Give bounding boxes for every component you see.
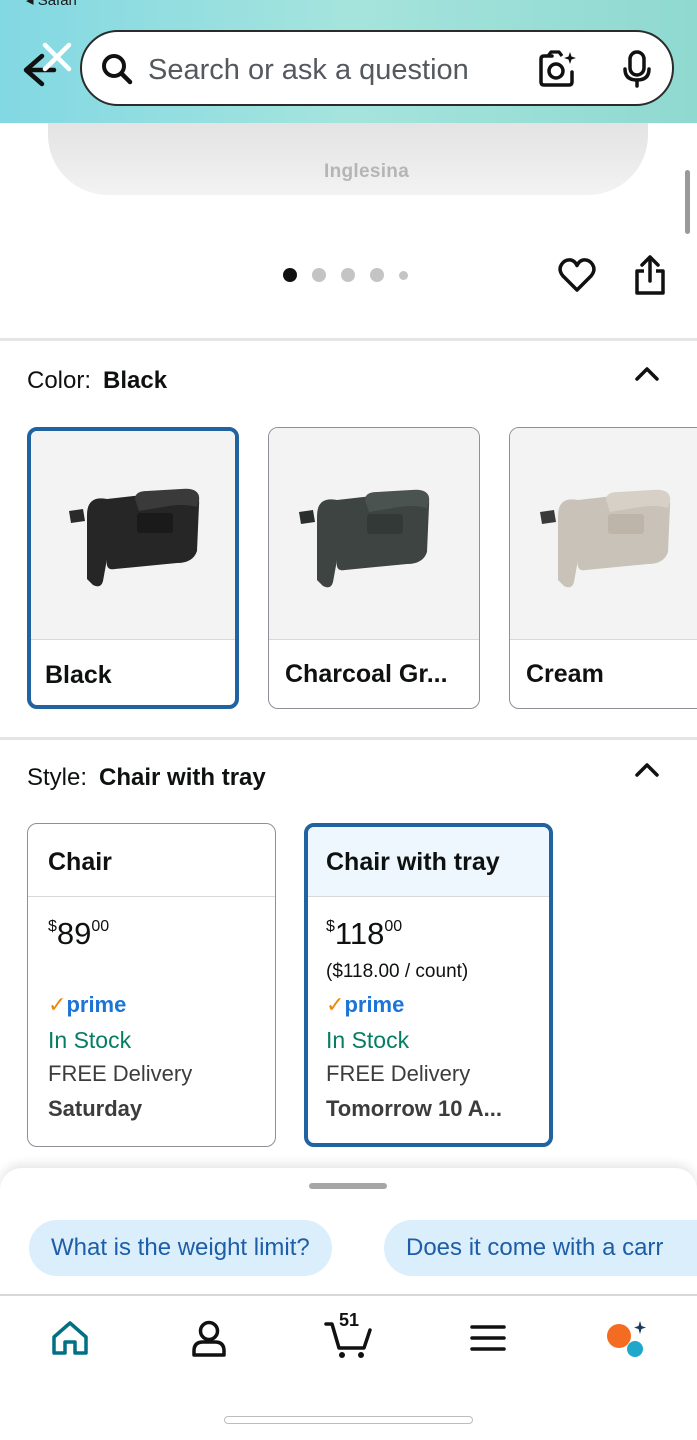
cart-count-badge: 51: [339, 1310, 360, 1330]
suggestion-chip[interactable]: Does it come with a carr: [384, 1220, 697, 1276]
delivery-info: FREE Delivery: [326, 1061, 471, 1086]
share-icon[interactable]: [632, 254, 668, 296]
prime-check-icon: ✓: [326, 992, 345, 1017]
delivery-day: Saturday: [48, 1096, 143, 1121]
prime-check-icon: ✓: [48, 992, 67, 1017]
back-to-safari[interactable]: ◂ Safari: [26, 0, 77, 9]
style-option-title: Chair: [48, 848, 112, 876]
sheet-grab-handle[interactable]: [309, 1183, 387, 1189]
price-currency: $: [326, 918, 335, 935]
price-fraction: 00: [91, 918, 110, 935]
prime-badge: ✓prime: [48, 992, 126, 1018]
search-input[interactable]: Search or ask a question: [148, 54, 469, 87]
carousel-dot[interactable]: [283, 268, 297, 282]
product-thumbnail: [299, 489, 430, 588]
suggestion-chip[interactable]: What is the weight limit?: [29, 1220, 332, 1276]
brand-logo: Inglesina: [324, 161, 410, 182]
color-option-label: Cream: [526, 660, 604, 688]
style-label-text: Style:: [27, 764, 88, 791]
color-swatch-image: [31, 431, 235, 640]
unit-price: ($118.00 / count): [326, 961, 469, 982]
color-option-label: Black: [45, 661, 112, 689]
product-thumbnail: [540, 489, 671, 588]
color-option-cream[interactable]: Cream: [509, 427, 697, 709]
stock-status: In Stock: [48, 1027, 132, 1053]
prime-label: prime: [66, 992, 127, 1017]
camera-lens-icon[interactable]: [538, 50, 578, 88]
style-option-chair[interactable]: Chair $8900 ✓prime In Stock FREE Deliver…: [27, 823, 276, 1147]
search-bar[interactable]: Search or ask a question: [80, 30, 674, 106]
suggestions-sheet: What is the weight limit? Does it come w…: [0, 1168, 697, 1294]
price-whole: 118: [334, 916, 385, 951]
style-option-chair-with-tray[interactable]: Chair with tray $11800 ($118.00 / count)…: [304, 823, 553, 1147]
price-fraction: 00: [384, 918, 403, 935]
color-label: Color: Black: [27, 367, 167, 395]
product-thumbnail: [69, 488, 200, 587]
rufus-icon[interactable]: [604, 1318, 648, 1362]
account-icon[interactable]: [189, 1318, 229, 1358]
prime-label: prime: [344, 992, 405, 1017]
prime-badge: ✓prime: [326, 992, 404, 1018]
home-icon[interactable]: [50, 1318, 90, 1358]
style-selected-value: Chair with tray: [99, 764, 266, 791]
style-option-title: Chair with tray: [326, 848, 500, 876]
back-close-button[interactable]: [18, 42, 74, 92]
search-icon: [102, 54, 133, 85]
color-selected-value: Black: [103, 367, 168, 394]
delivery-info: FREE Delivery: [48, 1061, 193, 1086]
close-icon: [42, 42, 72, 72]
bottom-navigation: 51: [0, 1294, 697, 1440]
style-option-header: Chair: [28, 824, 275, 897]
carousel-dot[interactable]: [399, 270, 408, 280]
delivery-day: Tomorrow 10 A...: [326, 1096, 503, 1121]
carousel-dot[interactable]: [341, 268, 355, 282]
price: $11800: [326, 916, 402, 952]
home-indicator[interactable]: [224, 1416, 473, 1424]
chevron-up-icon[interactable]: [634, 760, 660, 778]
product-image: [48, 123, 648, 195]
stock-status: In Stock: [326, 1027, 410, 1053]
price-whole: 89: [56, 916, 92, 951]
color-swatch-image: [269, 428, 479, 640]
carousel-dot[interactable]: [370, 268, 384, 282]
heart-icon[interactable]: [557, 256, 597, 294]
style-label: Style: Chair with tray: [27, 764, 266, 792]
section-divider: [0, 338, 697, 341]
color-swatch-image: [510, 428, 697, 640]
scrollbar[interactable]: [685, 170, 690, 234]
section-divider: [0, 737, 697, 740]
color-label-text: Color:: [27, 367, 92, 394]
product-image-carousel[interactable]: Inglesina: [0, 123, 697, 338]
menu-icon[interactable]: [468, 1318, 508, 1358]
microphone-icon[interactable]: [620, 50, 654, 88]
price: $8900: [48, 916, 109, 952]
color-option-black[interactable]: Black: [27, 427, 239, 709]
color-option-label: Charcoal Gr...: [285, 660, 448, 688]
style-option-header: Chair with tray: [308, 827, 549, 897]
carousel-dot[interactable]: [312, 268, 326, 282]
chevron-up-icon[interactable]: [634, 364, 660, 382]
top-header: ◂ Safari Search or ask a question: [0, 0, 697, 123]
price-currency: $: [48, 918, 57, 935]
carousel-dots: [283, 268, 423, 282]
color-option-charcoal[interactable]: Charcoal Gr...: [268, 427, 480, 709]
